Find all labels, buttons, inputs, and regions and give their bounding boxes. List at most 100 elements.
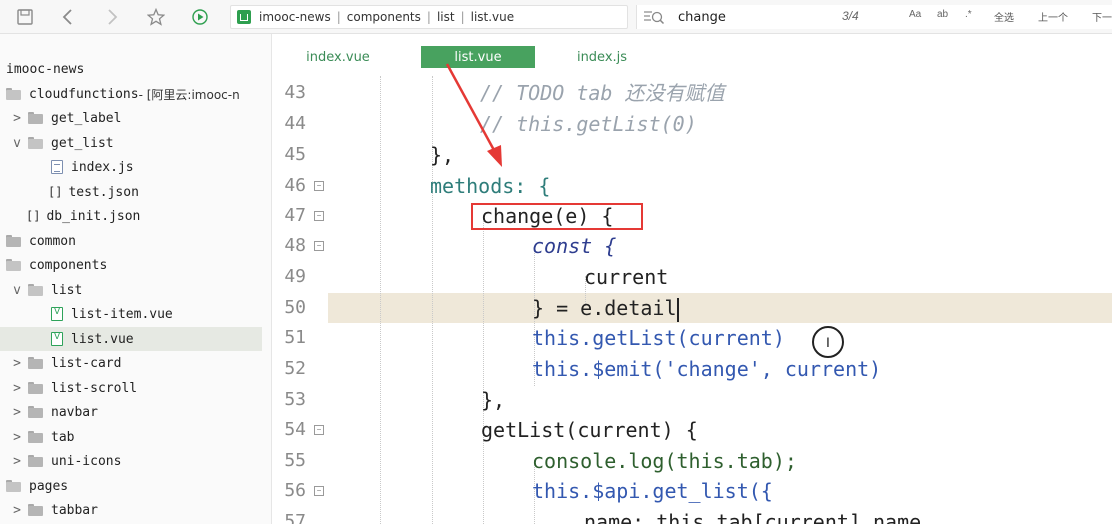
code-line: console.log(this.tab); bbox=[532, 449, 797, 473]
find-bar: change 3/4 Aa ab .* 全选 上一个 下一 bbox=[636, 5, 1112, 29]
match-count: 3/4 bbox=[842, 9, 859, 23]
tree-item-list-item-vue[interactable]: list-item.vue bbox=[0, 302, 262, 326]
folder-icon bbox=[28, 357, 43, 369]
line-number: 54 bbox=[284, 419, 306, 440]
fold-toggle-icon[interactable]: − bbox=[314, 211, 324, 221]
tab-index-js[interactable]: index.js bbox=[562, 46, 642, 68]
code-line: const { bbox=[532, 234, 617, 258]
tree-item-index-js[interactable]: index.js bbox=[0, 155, 262, 179]
select-all-button[interactable]: 全选 bbox=[994, 9, 1014, 24]
tree-item-tab[interactable]: > tab bbox=[0, 425, 262, 449]
chevron-down-icon[interactable]: v bbox=[12, 136, 22, 151]
search-input[interactable]: change bbox=[678, 10, 726, 25]
breadcrumb-separator: | bbox=[336, 10, 341, 24]
tree-item-label: list-card bbox=[51, 355, 122, 371]
breadcrumb-separator: | bbox=[426, 10, 431, 24]
json-file-icon: [] bbox=[48, 185, 63, 199]
code-line: // TODO tab 还没有赋值 bbox=[480, 81, 725, 105]
folder-open-icon bbox=[6, 259, 21, 271]
folder-open-icon bbox=[28, 137, 43, 149]
gutter-row: 44 bbox=[272, 109, 332, 139]
tree-item-label: test.json bbox=[68, 184, 139, 200]
line-number: 55 bbox=[284, 450, 306, 471]
match-case-toggle[interactable]: Aa bbox=[909, 9, 921, 20]
fold-toggle-icon[interactable]: − bbox=[314, 181, 324, 191]
tree-item-db-init-json[interactable]: [] db_init.json bbox=[0, 204, 262, 228]
gutter-row: 50 bbox=[272, 293, 332, 323]
tab-index-vue[interactable]: index.vue bbox=[288, 46, 388, 68]
tree-item-list-vue[interactable]: list.vue bbox=[0, 327, 262, 351]
top-toolbar: imooc-news | components | list | list.vu… bbox=[0, 0, 1112, 34]
chevron-right-icon[interactable]: > bbox=[12, 356, 22, 371]
js-file-icon bbox=[51, 160, 63, 174]
tree-item-list-card[interactable]: > list-card bbox=[0, 351, 262, 375]
back-icon[interactable] bbox=[58, 7, 78, 27]
tree-item-test-json[interactable]: [] test.json bbox=[0, 180, 262, 204]
gutter-row: 56− bbox=[272, 476, 332, 506]
line-number: 49 bbox=[284, 266, 306, 287]
regex-toggle[interactable]: .* bbox=[965, 9, 972, 20]
breadcrumb-item[interactable]: list.vue bbox=[471, 10, 515, 24]
fold-toggle-icon[interactable]: − bbox=[314, 486, 324, 496]
tree-item-common[interactable]: common bbox=[0, 229, 262, 253]
folder-icon bbox=[28, 504, 43, 516]
text-cursor-icon: I bbox=[812, 326, 844, 358]
tree-item-list-scroll[interactable]: > list-scroll bbox=[0, 376, 262, 400]
code-line: }, bbox=[481, 388, 506, 412]
tree-item-label: db_init.json bbox=[46, 208, 141, 224]
whole-word-toggle[interactable]: ab bbox=[937, 9, 948, 20]
tree-item-label: tabbar bbox=[51, 502, 98, 518]
tab-list-vue[interactable]: list.vue bbox=[421, 46, 535, 68]
tree-item-list[interactable]: v list bbox=[0, 278, 262, 302]
tree-item-get-list[interactable]: v get_list bbox=[0, 131, 262, 155]
gutter-row: 43 bbox=[272, 78, 332, 108]
line-number: 48 bbox=[284, 235, 306, 256]
tree-item-imooc-news[interactable]: imooc-news bbox=[0, 57, 262, 81]
tree-item-label: navbar bbox=[51, 404, 98, 420]
tree-item-pages[interactable]: pages bbox=[0, 474, 262, 498]
tree-item-get-label[interactable]: > get_label bbox=[0, 106, 262, 130]
line-number: 45 bbox=[284, 144, 306, 165]
save-icon[interactable] bbox=[15, 7, 35, 27]
star-icon[interactable] bbox=[146, 7, 166, 27]
line-number: 52 bbox=[284, 358, 306, 379]
tree-item-navbar[interactable]: > navbar bbox=[0, 400, 262, 424]
code-editor[interactable]: 43 // TODO tab 还没有赋值 44 // this.getList(… bbox=[272, 76, 1112, 524]
chevron-right-icon[interactable]: > bbox=[12, 430, 22, 445]
line-number: 51 bbox=[284, 327, 306, 348]
tree-item-label: list.vue bbox=[71, 331, 134, 347]
breadcrumb-item[interactable]: imooc-news bbox=[259, 10, 331, 24]
forward-icon[interactable] bbox=[102, 7, 122, 27]
folder-icon bbox=[28, 382, 43, 394]
folder-icon bbox=[28, 112, 43, 124]
run-icon[interactable] bbox=[190, 7, 210, 27]
code-line: name: this.tab[current].name bbox=[584, 510, 922, 524]
fold-toggle-icon[interactable]: − bbox=[314, 425, 324, 435]
tree-item-components[interactable]: components bbox=[0, 253, 262, 277]
tree-item-cloudfunctions[interactable]: cloudfunctions - [阿里云:imooc-n bbox=[0, 82, 262, 106]
gutter-row: 54− bbox=[272, 415, 332, 445]
fold-toggle-icon[interactable]: − bbox=[314, 241, 324, 251]
json-file-icon: [] bbox=[26, 209, 41, 223]
code-line: } = e.detail bbox=[532, 296, 679, 322]
chevron-right-icon[interactable]: > bbox=[12, 503, 22, 518]
chevron-down-icon[interactable]: v bbox=[12, 283, 22, 298]
annotation-highlight-box bbox=[471, 203, 643, 230]
cloud-provider-label: - [阿里云:imooc-n bbox=[138, 87, 240, 102]
tree-item-label: pages bbox=[29, 478, 69, 494]
breadcrumb-item[interactable]: components bbox=[347, 10, 421, 24]
tree-item-tabbar[interactable]: > tabbar bbox=[0, 498, 262, 522]
gutter-row: 57 bbox=[272, 507, 332, 524]
chevron-right-icon[interactable]: > bbox=[12, 454, 22, 469]
chevron-right-icon[interactable]: > bbox=[12, 111, 22, 126]
prev-match-button[interactable]: 上一个 bbox=[1038, 9, 1068, 24]
chevron-right-icon[interactable]: > bbox=[12, 381, 22, 396]
chevron-right-icon[interactable]: > bbox=[12, 405, 22, 420]
folder-icon bbox=[6, 235, 21, 247]
next-match-button[interactable]: 下一 bbox=[1092, 9, 1112, 24]
breadcrumb-item[interactable]: list bbox=[437, 10, 455, 24]
folder-icon bbox=[28, 431, 43, 443]
tree-item-uni-icons[interactable]: > uni-icons bbox=[0, 449, 262, 473]
line-number: 43 bbox=[284, 82, 306, 103]
line-number: 50 bbox=[284, 297, 306, 318]
